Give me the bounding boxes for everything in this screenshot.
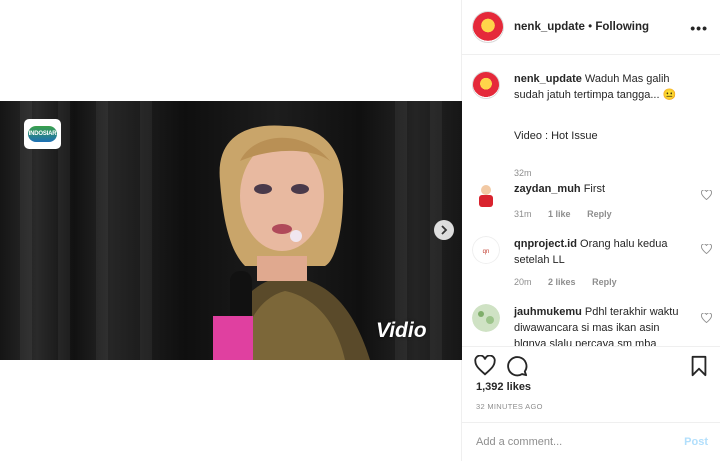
heart-icon[interactable] [474, 355, 496, 377]
video-player[interactable]: INDOSIAR Vidio [0, 101, 462, 360]
comment-username[interactable]: qnproject.id [514, 238, 577, 250]
comment-likes[interactable]: 2 likes [548, 277, 576, 287]
comment-meta: 20m 2 likes Reply [514, 277, 631, 287]
media-panel: INDOSIAR Vidio [0, 0, 462, 461]
following-button[interactable]: Following [595, 21, 649, 33]
heart-icon[interactable] [701, 244, 712, 254]
caption-age: 32m [514, 168, 532, 178]
comment-avatar[interactable]: qn [472, 236, 500, 264]
avatar[interactable] [472, 11, 504, 43]
comment-input[interactable]: Add a comment... [476, 436, 562, 448]
post-header: nenk_update • Following ••• [462, 0, 720, 55]
comment-username[interactable]: jauhmukemu [514, 306, 582, 318]
post-timestamp: 32 MINUTES AGO [476, 402, 543, 411]
header-separator: • [588, 21, 593, 33]
comment-text: First [583, 183, 606, 195]
comment-icon[interactable] [506, 355, 528, 377]
comment-username[interactable]: zaydan_muh [514, 183, 581, 195]
comment-meta: 31m 1 like Reply [514, 209, 626, 219]
comment-body: zaydan_muh First [514, 181, 686, 197]
likes-count[interactable]: 1,392 likes [476, 381, 531, 393]
post-button[interactable]: Post [684, 436, 708, 448]
add-comment-bar: Add a comment... Post [462, 422, 720, 461]
post-sidebar: nenk_update • Following ••• nenk_update … [462, 0, 720, 461]
channel-logo: INDOSIAR [24, 119, 61, 149]
vidio-watermark: Vidio [376, 319, 427, 342]
header-text: nenk_update • Following [514, 21, 649, 33]
reply-button[interactable]: Reply [587, 209, 612, 219]
caption-body: nenk_update Waduh Mas galih sudah jatuh … [514, 71, 686, 103]
comment-age: 31m [514, 209, 532, 219]
caption-meta: 32m [514, 168, 546, 178]
comment-avatar[interactable] [472, 181, 500, 209]
caption-avatar[interactable] [472, 71, 500, 99]
svg-text:qn: qn [483, 249, 490, 255]
comments-list[interactable]: nenk_update Waduh Mas galih sudah jatuh … [462, 56, 720, 346]
comment-likes[interactable]: 1 like [548, 209, 571, 219]
comment-body: jauhmukemu Pdhl terakhir waktu diwawanca… [514, 304, 686, 346]
next-media-button[interactable] [434, 220, 454, 240]
caption-username[interactable]: nenk_update [514, 73, 582, 85]
heart-icon[interactable] [701, 313, 712, 323]
action-bar [462, 346, 720, 382]
caption-line2: Video : Hot Issue [514, 130, 598, 142]
chevron-right-icon [441, 225, 448, 235]
heart-icon[interactable] [701, 190, 712, 200]
interviewee-figure [213, 125, 370, 360]
comment-age: 20m [514, 277, 532, 287]
bookmark-icon[interactable] [688, 355, 710, 377]
header-username[interactable]: nenk_update [514, 21, 585, 33]
comment-body: qnproject.id Orang halu kedua setelah LL [514, 236, 686, 268]
comment-avatar[interactable] [472, 304, 500, 332]
reply-button[interactable]: Reply [592, 277, 617, 287]
more-options-icon[interactable]: ••• [690, 20, 708, 36]
caption-emoji: 😐 [662, 89, 677, 101]
